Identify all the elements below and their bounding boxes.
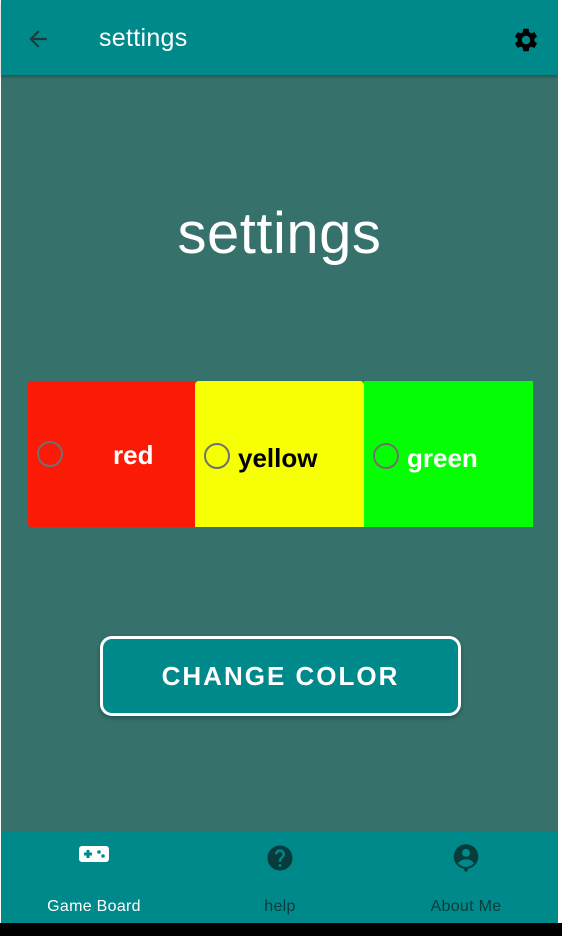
system-navigation-bar <box>0 923 562 936</box>
color-radio-group: red yellow green <box>28 381 533 527</box>
color-option-red[interactable]: red <box>28 381 195 527</box>
bottom-navigation: Game Board help About Me <box>1 831 558 923</box>
back-button[interactable] <box>21 22 55 56</box>
radio-button-yellow[interactable] <box>204 443 230 469</box>
nav-item-about-me[interactable]: About Me <box>373 831 559 923</box>
color-option-label: red <box>113 440 154 470</box>
color-option-label: green <box>407 443 478 473</box>
page-heading: settings <box>177 201 382 266</box>
color-option-yellow[interactable]: yellow <box>195 381 364 527</box>
change-color-button[interactable]: CHANGE COLOR <box>100 636 461 716</box>
app-bar-title: settings <box>99 24 188 52</box>
arrow-left-icon <box>29 30 47 48</box>
help-circle-icon <box>267 845 293 871</box>
nav-item-help[interactable]: help <box>187 831 373 923</box>
color-option-green[interactable]: green <box>364 381 533 527</box>
account-circle-icon <box>453 844 479 873</box>
radio-button-red[interactable] <box>37 441 63 467</box>
nav-label-game-board: Game Board <box>47 898 141 915</box>
nav-label-help: help <box>264 898 296 915</box>
color-option-label: yellow <box>238 443 318 473</box>
gear-icon <box>515 28 537 52</box>
screen-edge <box>558 0 562 936</box>
gamepad-icon <box>79 846 109 862</box>
settings-screen: settings settings red yellow green CHANG… <box>1 0 558 936</box>
settings-button[interactable] <box>508 22 544 58</box>
radio-button-green[interactable] <box>373 443 399 469</box>
nav-label-about-me: About Me <box>430 898 502 915</box>
nav-item-game-board[interactable]: Game Board <box>1 831 187 923</box>
app-bar: settings <box>1 0 558 75</box>
